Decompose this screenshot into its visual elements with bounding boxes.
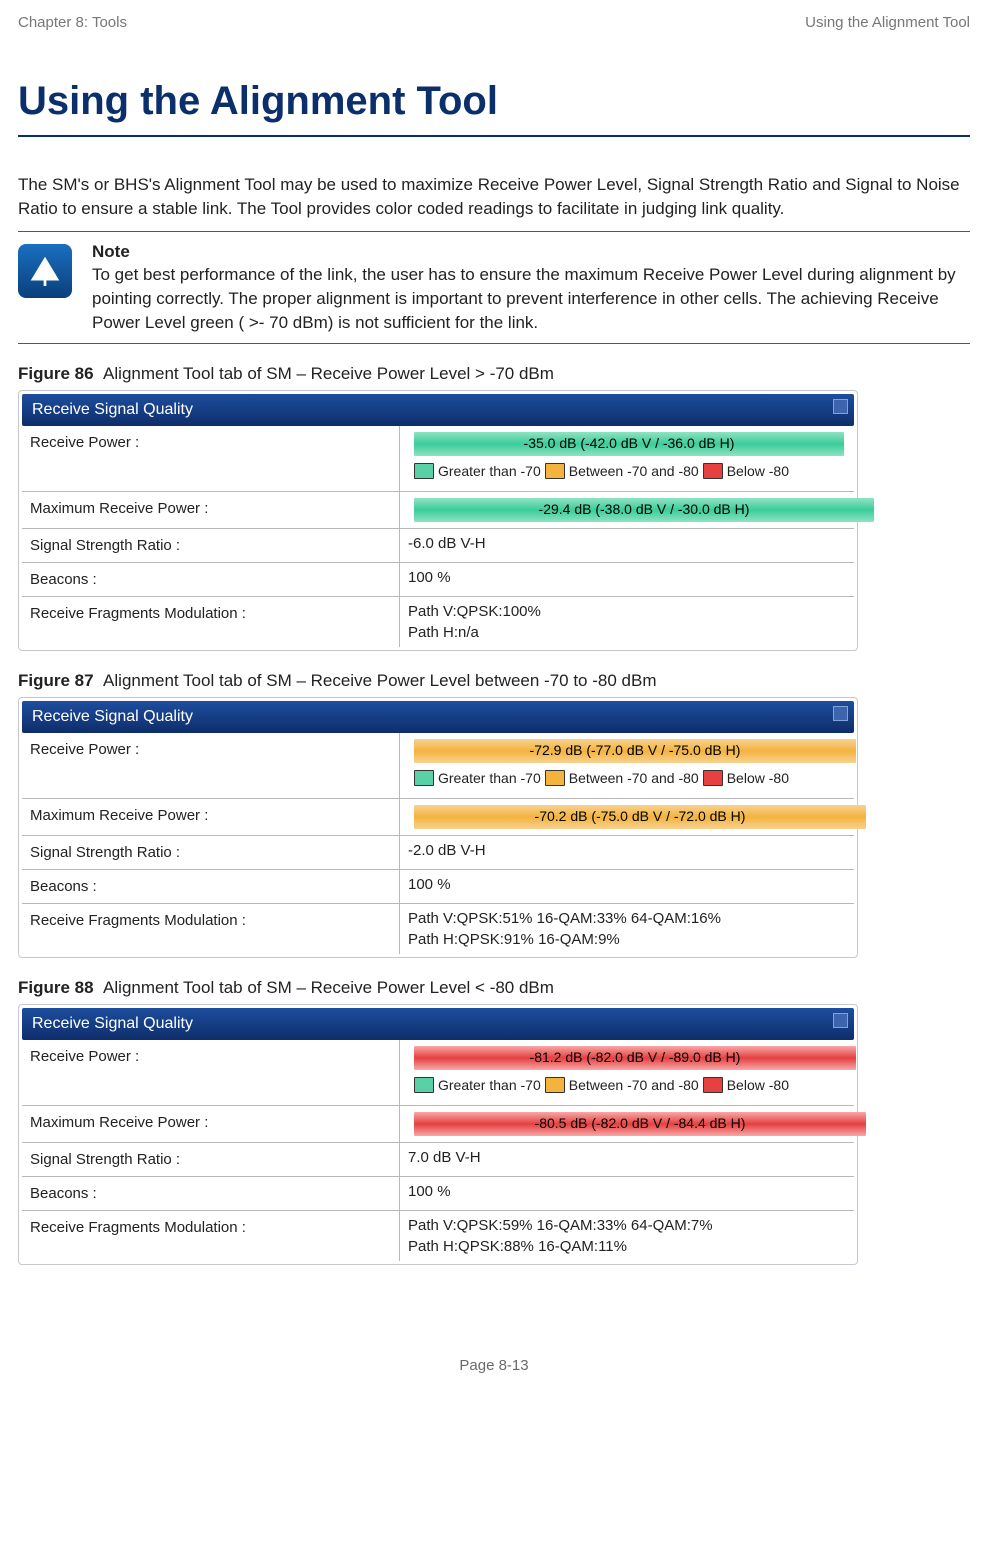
receive-power-label: Receive Power :: [22, 426, 400, 491]
color-legend: Greater than -70 Between -70 and -80 Bel…: [408, 765, 858, 795]
rfm-label: Receive Fragments Modulation :: [22, 904, 400, 954]
table-row: Maximum Receive Power : -29.4 dB (-38.0 …: [22, 492, 854, 529]
swatch-green-icon: [414, 1077, 434, 1093]
ssr-value: 7.0 dB V-H: [400, 1143, 854, 1176]
collapse-icon[interactable]: [833, 399, 848, 414]
panel-header: Receive Signal Quality: [22, 394, 854, 426]
legend-below: Below -80: [727, 769, 789, 789]
swatch-red-icon: [703, 463, 723, 479]
ssr-label: Signal Strength Ratio :: [22, 1143, 400, 1176]
table-row: Maximum Receive Power : -70.2 dB (-75.0 …: [22, 799, 854, 836]
note-body: To get best performance of the link, the…: [92, 263, 970, 334]
legend-gt: Greater than -70: [438, 462, 541, 482]
max-receive-power-bar: -29.4 dB (-38.0 dB V / -30.0 dB H): [414, 498, 874, 522]
color-legend: Greater than -70 Between -70 and -80 Bel…: [408, 458, 846, 488]
swatch-red-icon: [703, 770, 723, 786]
legend-gt: Greater than -70: [438, 769, 541, 789]
note-title: Note: [92, 240, 970, 264]
swatch-green-icon: [414, 463, 434, 479]
note-box: Note To get best performance of the link…: [18, 231, 970, 344]
ssr-value: -2.0 dB V-H: [400, 836, 854, 869]
header-right: Using the Alignment Tool: [805, 12, 970, 33]
table-row: Receive Fragments Modulation : Path V:QP…: [22, 1211, 854, 1261]
panel-header: Receive Signal Quality: [22, 1008, 854, 1040]
receive-power-bar: -81.2 dB (-82.0 dB V / -89.0 dB H): [414, 1046, 856, 1070]
collapse-icon[interactable]: [833, 1013, 848, 1028]
figure-caption: Figure 86 Alignment Tool tab of SM – Rec…: [18, 362, 970, 386]
intro-paragraph: The SM's or BHS's Alignment Tool may be …: [18, 173, 970, 221]
beacons-value: 100 %: [400, 1177, 854, 1210]
rfm-value: Path V:QPSK:100%Path H:n/a: [400, 597, 854, 647]
color-legend: Greater than -70 Between -70 and -80 Bel…: [408, 1072, 858, 1102]
swatch-green-icon: [414, 770, 434, 786]
receive-power-bar: -72.9 dB (-77.0 dB V / -75.0 dB H): [414, 739, 856, 763]
rfm-label: Receive Fragments Modulation :: [22, 1211, 400, 1261]
receive-power-label: Receive Power :: [22, 1040, 400, 1105]
header-left: Chapter 8: Tools: [18, 12, 127, 33]
signal-quality-panel: Receive Signal Quality Receive Power : -…: [18, 697, 858, 958]
rfm-value: Path V:QPSK:59% 16-QAM:33% 64-QAM:7%Path…: [400, 1211, 854, 1261]
receive-power-bar: -35.0 dB (-42.0 dB V / -36.0 dB H): [414, 432, 844, 456]
legend-gt: Greater than -70: [438, 1076, 541, 1096]
beacons-value: 100 %: [400, 870, 854, 903]
figure-caption: Figure 87 Alignment Tool tab of SM – Rec…: [18, 669, 970, 693]
rfm-label: Receive Fragments Modulation :: [22, 597, 400, 647]
table-row: Receive Fragments Modulation : Path V:QP…: [22, 904, 854, 954]
table-row: Maximum Receive Power : -80.5 dB (-82.0 …: [22, 1106, 854, 1143]
table-row: Receive Power : -81.2 dB (-82.0 dB V / -…: [22, 1040, 854, 1106]
table-row: Signal Strength Ratio : -6.0 dB V-H: [22, 529, 854, 563]
max-receive-power-label: Maximum Receive Power :: [22, 799, 400, 835]
max-receive-power-label: Maximum Receive Power :: [22, 492, 400, 528]
page-footer: Page 8-13: [18, 1355, 970, 1376]
table-row: Receive Fragments Modulation : Path V:QP…: [22, 597, 854, 647]
legend-between: Between -70 and -80: [569, 1076, 699, 1096]
table-row: Beacons : 100 %: [22, 563, 854, 597]
table-row: Receive Power : -35.0 dB (-42.0 dB V / -…: [22, 426, 854, 492]
signal-quality-panel: Receive Signal Quality Receive Power : -…: [18, 1004, 858, 1265]
swatch-orange-icon: [545, 463, 565, 479]
table-row: Beacons : 100 %: [22, 1177, 854, 1211]
table-row: Signal Strength Ratio : -2.0 dB V-H: [22, 836, 854, 870]
panel-header: Receive Signal Quality: [22, 701, 854, 733]
legend-between: Between -70 and -80: [569, 462, 699, 482]
rfm-value: Path V:QPSK:51% 16-QAM:33% 64-QAM:16%Pat…: [400, 904, 854, 954]
note-icon: [18, 244, 72, 298]
figure-caption: Figure 88 Alignment Tool tab of SM – Rec…: [18, 976, 970, 1000]
ssr-value: -6.0 dB V-H: [400, 529, 854, 562]
legend-below: Below -80: [727, 1076, 789, 1096]
table-row: Receive Power : -72.9 dB (-77.0 dB V / -…: [22, 733, 854, 799]
legend-between: Between -70 and -80: [569, 769, 699, 789]
legend-below: Below -80: [727, 462, 789, 482]
max-receive-power-bar: -80.5 dB (-82.0 dB V / -84.4 dB H): [414, 1112, 866, 1136]
collapse-icon[interactable]: [833, 706, 848, 721]
swatch-orange-icon: [545, 1077, 565, 1093]
max-receive-power-label: Maximum Receive Power :: [22, 1106, 400, 1142]
table-row: Beacons : 100 %: [22, 870, 854, 904]
beacons-label: Beacons :: [22, 870, 400, 903]
ssr-label: Signal Strength Ratio :: [22, 529, 400, 562]
receive-power-label: Receive Power :: [22, 733, 400, 798]
beacons-label: Beacons :: [22, 563, 400, 596]
ssr-label: Signal Strength Ratio :: [22, 836, 400, 869]
swatch-red-icon: [703, 1077, 723, 1093]
swatch-orange-icon: [545, 770, 565, 786]
beacons-value: 100 %: [400, 563, 854, 596]
beacons-label: Beacons :: [22, 1177, 400, 1210]
page-title: Using the Alignment Tool: [18, 73, 970, 137]
max-receive-power-bar: -70.2 dB (-75.0 dB V / -72.0 dB H): [414, 805, 866, 829]
table-row: Signal Strength Ratio : 7.0 dB V-H: [22, 1143, 854, 1177]
signal-quality-panel: Receive Signal Quality Receive Power : -…: [18, 390, 858, 651]
